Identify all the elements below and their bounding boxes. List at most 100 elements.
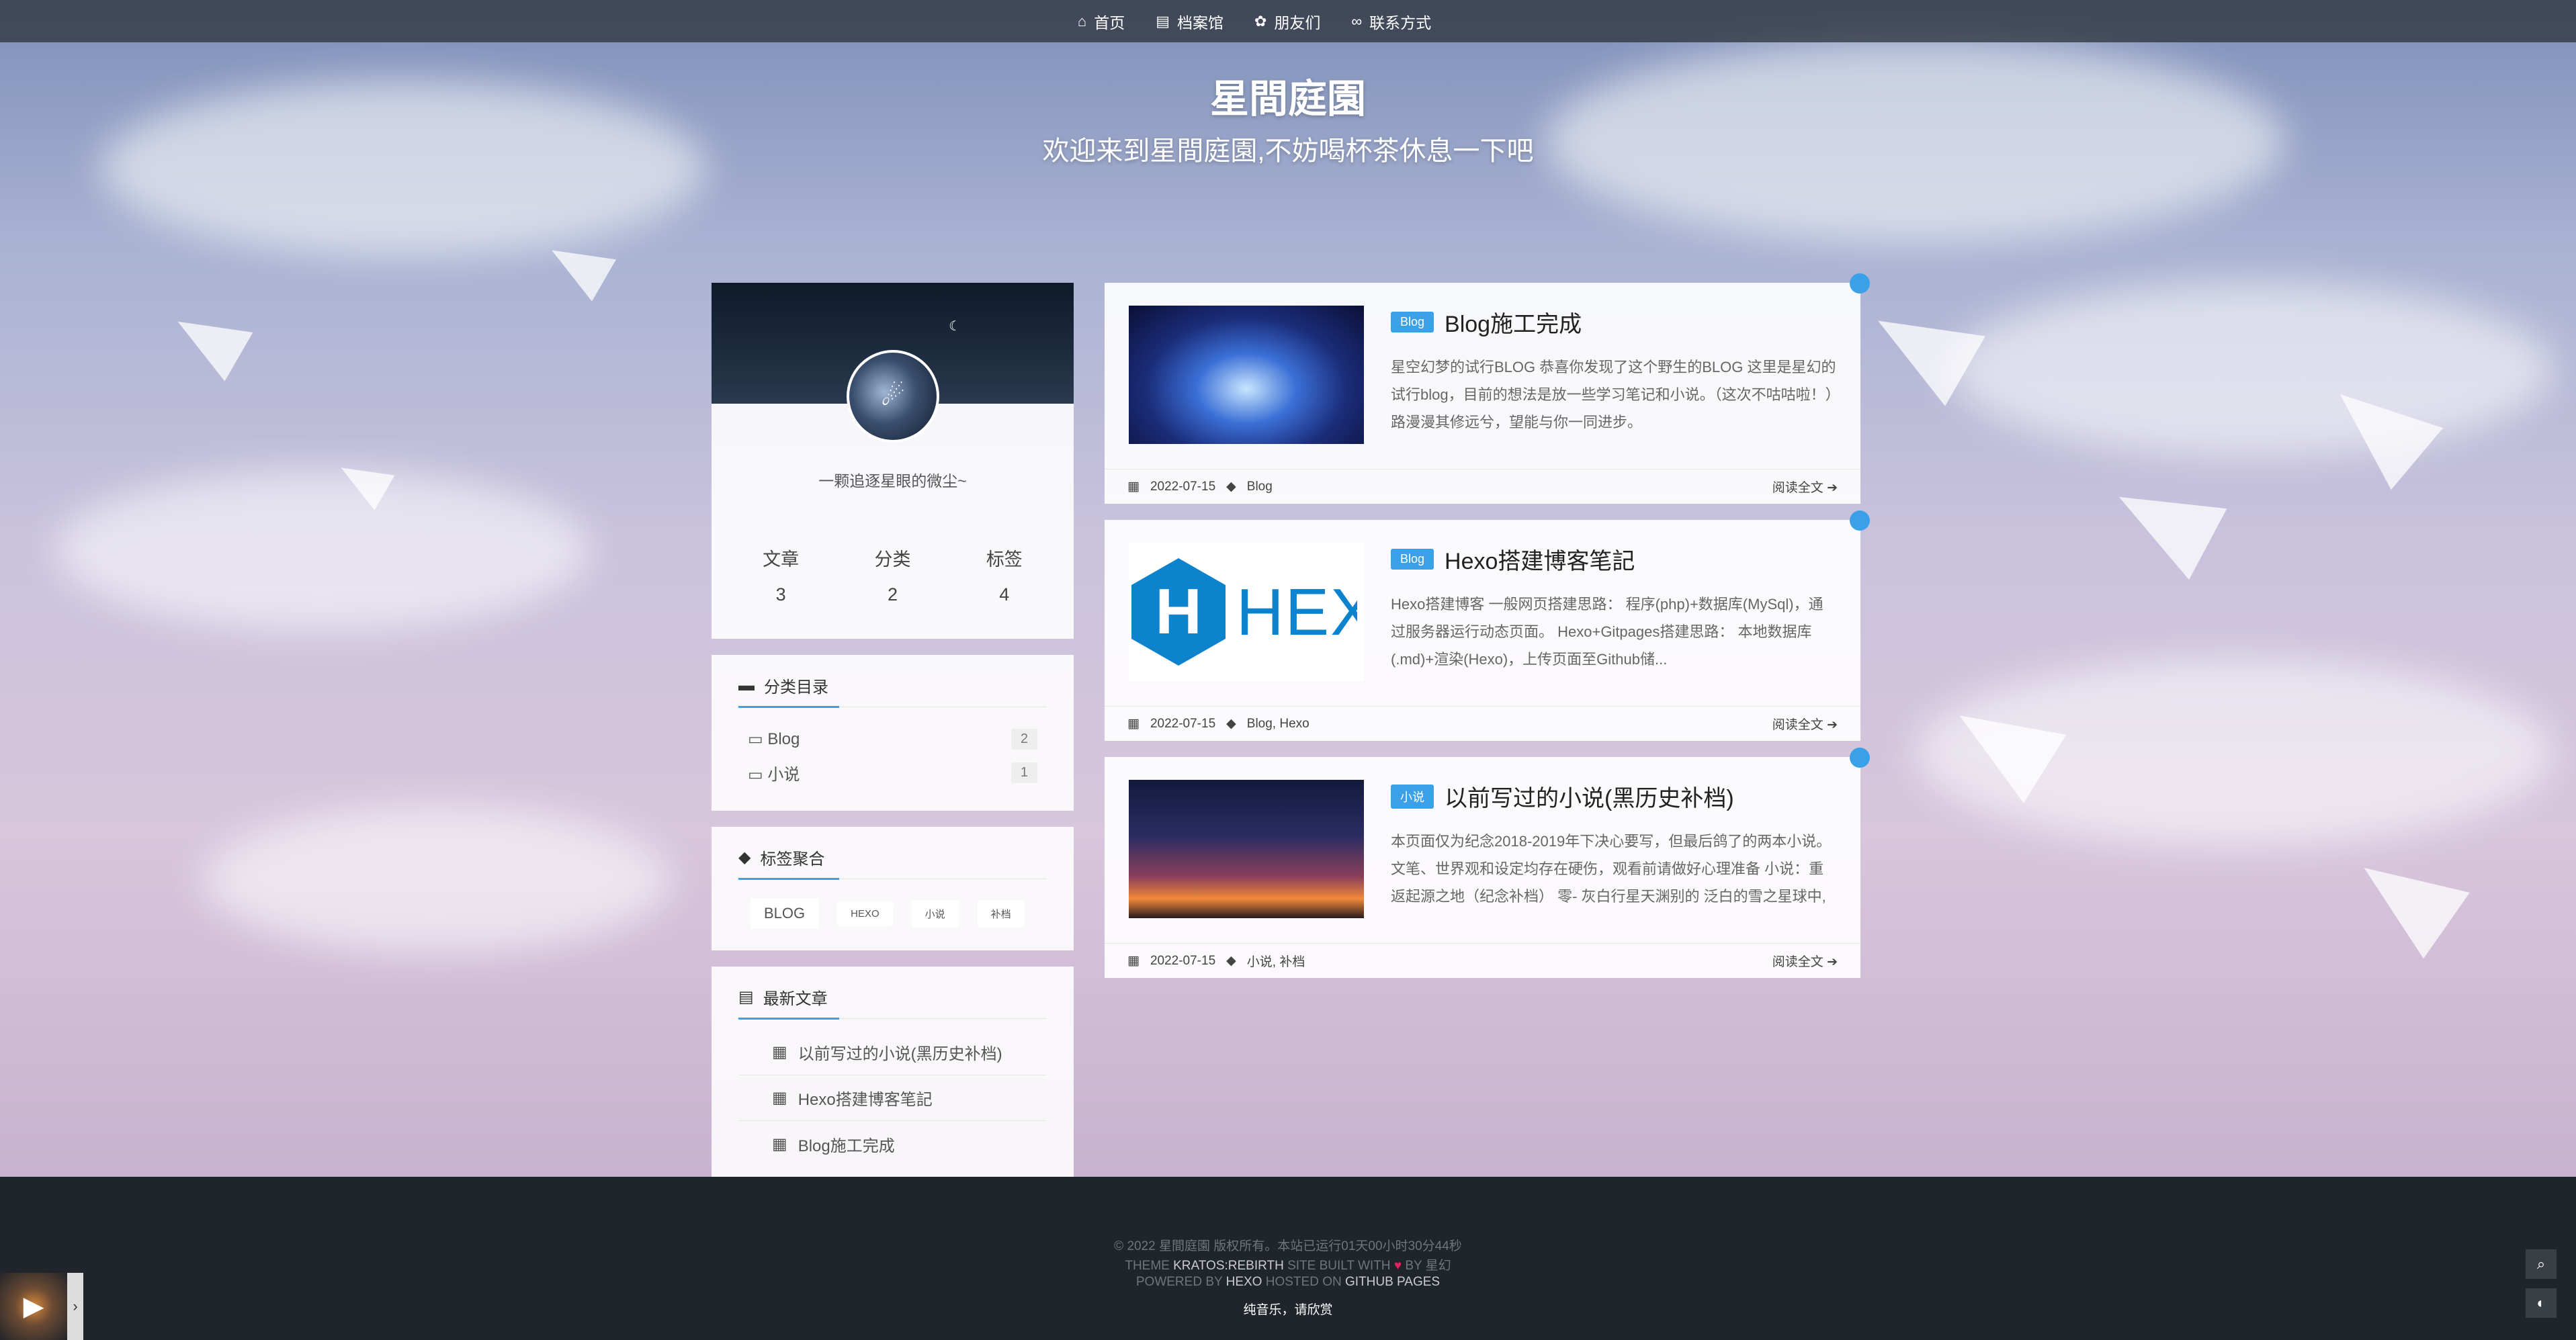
play-icon: ▶ <box>23 1292 44 1321</box>
post-title[interactable]: Hexo搭建博客笔記 <box>1445 543 1635 576</box>
search-icon: ⌕ <box>2536 1255 2546 1272</box>
post-thumbnail[interactable]: H HEXO <box>1129 543 1364 681</box>
tag-blog[interactable]: BLOG <box>750 898 819 929</box>
profile-banner: ☾ ☄ <box>712 283 1074 443</box>
post-excerpt: Hexo搭建博客 一般网页搭建思路： 程序(php)+数据库(MySql)，通过… <box>1391 596 1823 668</box>
hexo-logo-text: HEXO <box>1236 574 1357 649</box>
tags-icon: ◆ <box>738 848 751 866</box>
category-item-blog[interactable]: ▭ Blog 2 <box>738 722 1047 756</box>
post-tags[interactable]: 小说, 补档 <box>1247 952 1305 970</box>
post-footer: ▦ 2022-07-15 ◆ Blog, Hexo 阅读全文 ➔ <box>1105 706 1860 741</box>
music-caption: 纯音乐，请欣赏 <box>1243 1303 1333 1317</box>
post-thumbnail[interactable] <box>1129 306 1364 444</box>
footer-theme-line: THEME KRATOS:REBIRTH SITE BUILT WITH ♥ B… <box>0 1255 2576 1275</box>
recent-widget: ▤ 最新文章 ▦ 以前写过的小说(黑历史补档) ▦ Hexo搭建博客笔記 ▦ Blog施… <box>712 967 1074 1188</box>
nav-archive-label: 档案馆 <box>1176 13 1223 32</box>
read-more-link[interactable]: 阅读全文 ➔ <box>1772 478 1838 496</box>
folder-icon: ▬ <box>738 676 755 695</box>
post-category-badge[interactable]: Blog <box>1391 312 1434 332</box>
tag-novel[interactable]: 小说 <box>911 899 959 928</box>
recent-item[interactable]: ▦ Blog施工完成 <box>738 1121 1047 1167</box>
chevron-right-icon: ➔ <box>1827 955 1838 969</box>
category-name: ▭ 小说 <box>748 761 800 785</box>
footer-powered-pre: POWERED BY <box>1135 1275 1226 1289</box>
timeline-dot <box>1850 748 1870 768</box>
stat-label: 标签 <box>986 549 1023 570</box>
search-button[interactable]: ⌕ <box>2526 1249 2557 1279</box>
book-icon: ▦ <box>772 1134 787 1153</box>
post-tags[interactable]: Blog, Hexo <box>1247 717 1310 731</box>
tag-icon: ◆ <box>1226 717 1236 731</box>
site-subtitle: 欢迎来到星間庭園,不妨喝杯茶休息一下吧 <box>1042 136 1534 166</box>
play-button[interactable]: ▶ <box>0 1273 67 1340</box>
contrast-icon: ◐ <box>2536 1294 2546 1311</box>
nav-contact[interactable]: ∞ 联系方式 <box>1351 10 1431 33</box>
stat-categories[interactable]: 分类 2 <box>874 545 910 605</box>
post-date: 2022-07-15 <box>1150 953 1216 968</box>
stat-value: 2 <box>887 584 898 605</box>
recent-item[interactable]: ▦ 以前写过的小说(黑历史补档) <box>738 1030 1047 1075</box>
tag-icon: ◆ <box>1226 480 1236 494</box>
theme-link[interactable]: KRATOS:REBIRTH <box>1173 1259 1284 1273</box>
top-navbar: ⌂ 首页 ▤ 档案馆 ✿ 朋友们 ∞ 联系方式 <box>0 0 2576 42</box>
github-pages-link[interactable]: GITHUB PAGES <box>1345 1275 1440 1289</box>
heart-icon: ♥ <box>1393 1259 1402 1273</box>
tag-title-text: 标签聚合 <box>760 850 825 868</box>
recent-widget-title: ▤ 最新文章 <box>738 985 1047 1020</box>
file-icon: ▤ <box>1156 12 1170 30</box>
nav-archive[interactable]: ▤ 档案馆 <box>1156 10 1223 33</box>
footer-theme-pre: THEME <box>1125 1259 1174 1273</box>
category-widget: ▬ 分类目录 ▭ Blog 2 ▭ 小说 1 <box>712 655 1074 811</box>
read-more-text: 阅读全文 <box>1772 481 1823 495</box>
file-text-icon: ▤ <box>738 988 754 1006</box>
profile-description: 一颗追逐星眼的微尘~ <box>818 472 967 490</box>
recent-item-text: Hexo搭建博客笔記 <box>798 1091 933 1109</box>
stat-label: 文章 <box>763 549 800 570</box>
post-tags[interactable]: Blog <box>1247 480 1273 494</box>
recent-item-text: Blog施工完成 <box>798 1136 895 1155</box>
footer-copyright: © 2022 星間庭園 版权所有。本站已运行01天00小时30分44秒 <box>1114 1239 1462 1253</box>
footer-powered-line: POWERED BY HEXO HOSTED ON GITHUB PAGES <box>0 1275 2576 1294</box>
tag-widget: ◆ 标签聚合 BLOG HEXO 小说 补档 <box>712 827 1074 950</box>
category-item-novel[interactable]: ▭ 小说 1 <box>738 756 1047 789</box>
book-icon: ▦ <box>772 1043 787 1061</box>
post-list: Blog Blog施工完成 星空幻梦的试行BLOG 恭喜你发现了这个野生的BLOG… <box>1105 273 1870 994</box>
post-card: 小说 以前写过的小说(黑历史补档) 本页面仅为纪念2018-2019年下决心要写，… <box>1105 748 1870 978</box>
read-more-link[interactable]: 阅读全文 ➔ <box>1772 952 1838 970</box>
recent-item[interactable]: ▦ Hexo搭建博客笔記 <box>738 1075 1047 1121</box>
category-count: 2 <box>1011 728 1037 750</box>
read-more-link[interactable]: 阅读全文 ➔ <box>1772 715 1838 733</box>
folder-open-icon: ▭ <box>748 729 768 748</box>
calendar-icon: ▦ <box>1127 480 1140 494</box>
avatar[interactable]: ☄ <box>847 350 939 443</box>
post-title[interactable]: Blog施工完成 <box>1445 306 1582 339</box>
player-expand-button[interactable]: › <box>67 1273 83 1340</box>
post-title[interactable]: 以前写过的小说(黑历史补档) <box>1445 780 1734 813</box>
stat-label: 分类 <box>874 549 911 570</box>
nav-home[interactable]: ⌂ 首页 <box>1078 10 1125 33</box>
hexo-link[interactable]: HEXO <box>1226 1275 1262 1289</box>
category-count: 1 <box>1011 762 1037 783</box>
post-category-badge[interactable]: Blog <box>1391 549 1434 570</box>
category-widget-title: ▬ 分类目录 <box>738 674 1047 708</box>
nav-home-label: 首页 <box>1094 13 1125 32</box>
post-date: 2022-07-15 <box>1150 716 1216 731</box>
link-icon: ∞ <box>1351 12 1363 30</box>
post-category-badge[interactable]: 小说 <box>1391 784 1434 809</box>
profile-stats: 文章 3 分类 2 标签 4 <box>712 491 1074 639</box>
read-more-text: 阅读全文 <box>1772 955 1823 969</box>
stat-tags[interactable]: 标签 4 <box>986 545 1023 605</box>
post-thumbnail[interactable] <box>1129 780 1364 918</box>
folder-open-icon: ▭ <box>748 765 768 784</box>
post-card: Blog Blog施工完成 星空幻梦的试行BLOG 恭喜你发现了这个野生的BLOG… <box>1105 273 1870 504</box>
category-list: ▭ Blog 2 ▭ 小说 1 <box>738 722 1047 789</box>
nav-contact-label: 联系方式 <box>1369 13 1432 32</box>
tag-reupload[interactable]: 补档 <box>977 899 1025 928</box>
stat-posts[interactable]: 文章 3 <box>763 545 799 605</box>
recent-list: ▦ 以前写过的小说(黑历史补档) ▦ Hexo搭建博客笔記 ▦ Blog施工完成 <box>738 1030 1047 1167</box>
tag-hexo[interactable]: HEXO <box>837 901 893 926</box>
recent-item-text: 以前写过的小说(黑历史补档) <box>798 1045 1002 1063</box>
footer-theme-mid: SITE BUILT WITH <box>1283 1259 1394 1273</box>
theme-toggle-button[interactable]: ◐ <box>2526 1288 2557 1318</box>
nav-friends[interactable]: ✿ 朋友们 <box>1254 10 1320 33</box>
